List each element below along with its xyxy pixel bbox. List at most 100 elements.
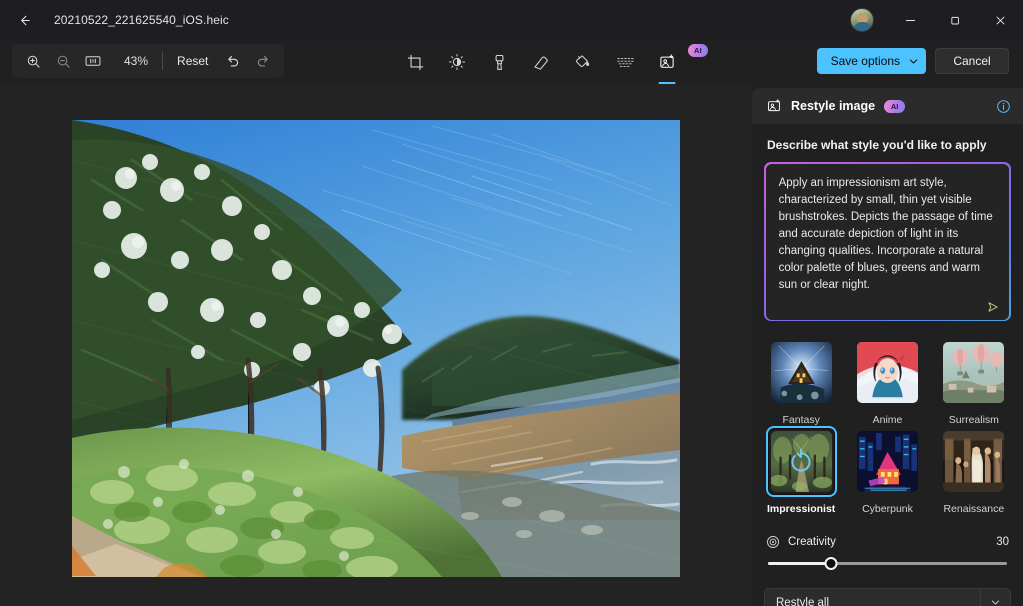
target-icon [766,535,780,549]
save-options-button[interactable]: Save options [817,48,926,74]
style-label: Anime [873,414,903,426]
zoom-out-icon [56,54,71,69]
style-thumbnail [943,431,1004,492]
close-button[interactable] [978,0,1023,40]
thumb-shell [766,337,837,408]
thumb-shell [766,426,837,497]
style-label: Fantasy [782,414,819,426]
tool-erase[interactable] [526,47,556,77]
renaissance-thumb-art [943,431,1004,492]
info-icon[interactable] [996,99,1011,114]
style-thumbnail [857,342,918,403]
window-controls [850,0,1023,40]
actual-size-button[interactable] [79,48,107,74]
zoom-in-icon [26,54,41,69]
window-title: 20210522_221625540_iOS.heic [54,13,229,27]
edit-tools: AI [400,44,682,80]
panel-header: Restyle image AI [752,88,1023,124]
thumb-shell [938,337,1009,408]
cancel-button[interactable]: Cancel [935,48,1009,74]
surrealism-thumb-art [943,342,1004,403]
style-label: Renaissance [943,503,1004,515]
creativity-slider[interactable] [764,552,1011,574]
prompt-box[interactable]: Apply an impressionism art style, charac… [766,164,1010,320]
restyle-scope-value: Restyle all [776,597,980,606]
style-presets-grid: Fantasy [764,337,1011,515]
maximize-button[interactable] [933,0,978,40]
action-buttons: Save options Cancel [817,48,1009,74]
tool-crop[interactable] [400,47,430,77]
style-thumbnail [857,431,918,492]
maximize-icon [950,15,961,26]
style-option-fantasy[interactable]: Fantasy [764,337,838,426]
one-to-one-icon [85,54,101,68]
minimize-button[interactable] [888,0,933,40]
minimize-icon [905,15,916,26]
prompt-field-wrapper: Apply an impressionism art style, charac… [764,162,1011,321]
tool-restyle-image[interactable]: AI [652,47,682,77]
toolbar-divider [162,52,163,70]
thumb-shell [938,426,1009,497]
send-icon[interactable] [986,300,1000,314]
chevron-down-icon[interactable] [900,56,926,67]
regenerate-icon[interactable] [768,428,835,495]
creativity-label: Creativity [788,536,836,548]
zoom-toolbar: 43% Reset [12,44,284,78]
panel-body: Describe what style you'd like to apply … [752,124,1023,606]
zoom-level-label: 43% [108,54,158,68]
chevron-down-icon[interactable] [980,589,1010,606]
undo-button[interactable] [219,48,247,74]
zoom-out-button[interactable] [49,48,77,74]
creativity-row: Creativity 30 [764,535,1011,549]
redo-button[interactable] [249,48,277,74]
photo-artwork [72,120,680,577]
style-thumbnail [943,342,1004,403]
reset-button[interactable]: Reset [167,48,218,74]
cyberpunk-thumb-art [857,431,918,492]
title-bar: 20210522_221625540_iOS.heic [0,0,1023,40]
panel-title: Restyle image [791,99,875,113]
tool-blur-background[interactable] [610,47,640,77]
style-option-renaissance[interactable]: Renaissance [937,426,1011,515]
tool-background[interactable] [568,47,598,77]
back-arrow-icon [17,13,32,28]
style-option-cyberpunk[interactable]: Cyberpunk [850,426,924,515]
fantasy-thumb-art [771,342,832,403]
style-option-impressionist[interactable]: Impressionist [764,426,838,515]
blur-icon [616,54,635,71]
image-canvas[interactable] [0,84,752,606]
crop-icon [407,54,424,71]
back-button[interactable] [4,4,44,36]
restyle-image-icon [766,98,782,114]
marker-pen-icon [491,54,508,71]
style-option-surrealism[interactable]: Surrealism [937,337,1011,426]
avatar[interactable] [850,8,874,32]
style-option-anime[interactable]: Anime [850,337,924,426]
paint-bucket-icon [574,53,592,71]
close-icon [995,15,1006,26]
redo-icon [255,53,271,69]
zoom-in-button[interactable] [19,48,47,74]
undo-icon [225,53,241,69]
anime-thumb-art [857,342,918,403]
style-thumbnail [771,342,832,403]
style-label: Impressionist [767,503,835,515]
brightness-icon [448,53,466,71]
slider-thumb[interactable] [824,557,837,570]
style-label: Cyberpunk [862,503,913,515]
restyle-scope-dropdown[interactable]: Restyle all [764,588,1011,606]
ai-badge: AI [688,44,708,57]
restyled-photo [72,120,680,577]
tool-adjustment[interactable] [442,47,472,77]
restyle-panel: Restyle image AI Describe what style you… [752,88,1023,606]
ai-badge: AI [884,100,905,113]
prompt-input[interactable]: Apply an impressionism art style, charac… [779,175,997,294]
save-options-label: Save options [831,54,900,68]
eraser-icon [532,53,550,71]
photos-app-window: 20210522_221625540_iOS.heic [0,0,1023,606]
style-label: Surrealism [949,414,999,426]
prompt-label: Describe what style you'd like to apply [767,138,1011,152]
creativity-value: 30 [996,536,1009,548]
restyle-image-icon [658,53,676,71]
tool-markup[interactable] [484,47,514,77]
